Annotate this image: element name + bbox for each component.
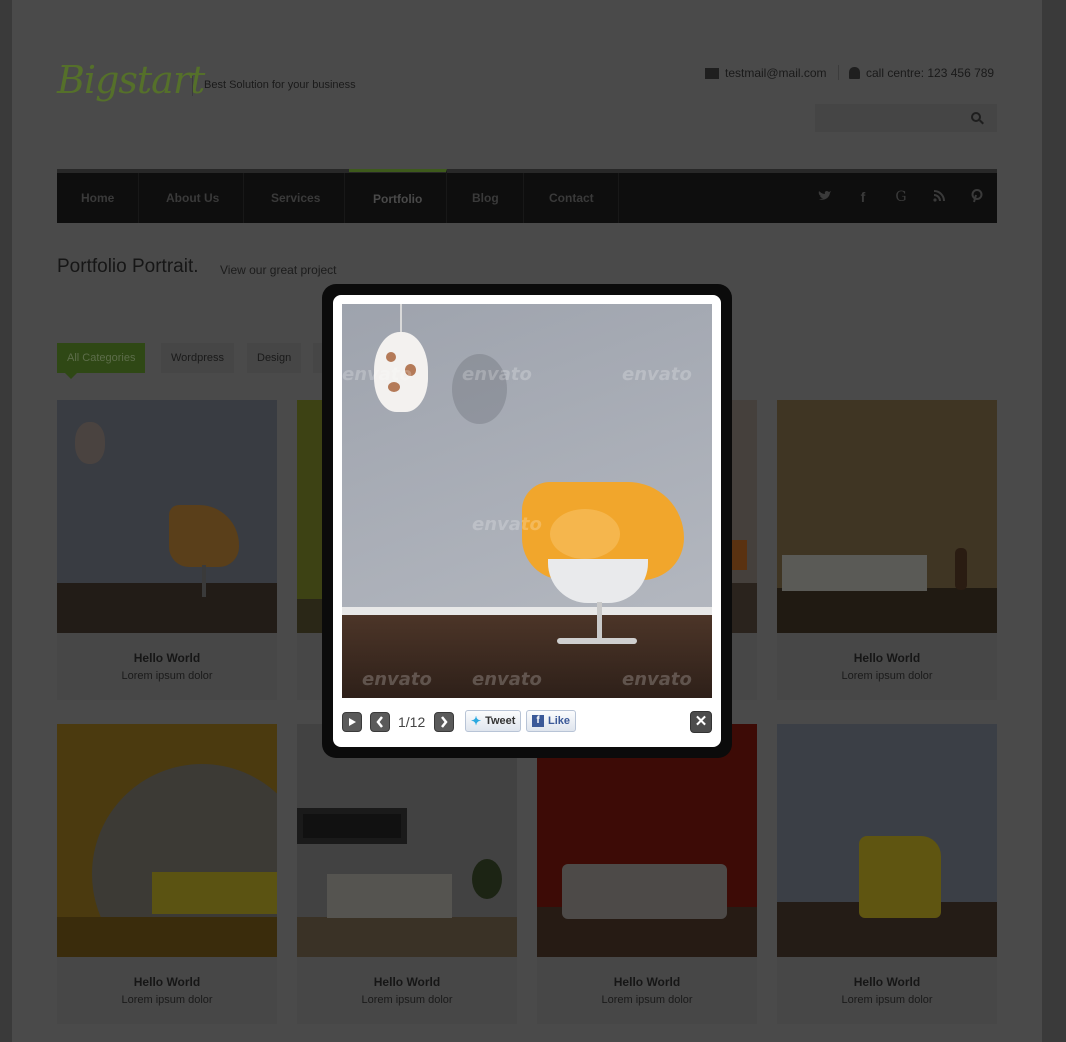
user-icon xyxy=(849,67,860,79)
tweet-button[interactable]: ✦ Tweet xyxy=(465,710,522,732)
image-counter: 1/12 xyxy=(398,714,426,730)
chevron-right-icon xyxy=(441,716,448,728)
facebook-like-button[interactable]: f Like xyxy=(526,710,577,732)
card-title[interactable]: Hello World xyxy=(777,975,997,989)
play-slideshow-button[interactable] xyxy=(342,712,362,732)
portfolio-thumbnail[interactable] xyxy=(777,400,997,633)
nav-item-services[interactable]: Services xyxy=(247,173,346,223)
facebook-icon[interactable]: f xyxy=(854,189,872,205)
nav-item-contact[interactable]: Contact xyxy=(525,173,619,223)
card-title[interactable]: Hello World xyxy=(57,651,277,665)
card-subtitle: Lorem ipsum dolor xyxy=(841,994,933,1006)
play-icon xyxy=(349,718,356,726)
lightbox-content: envato envato envato envato envato envat… xyxy=(333,295,721,747)
twitter-icon[interactable] xyxy=(816,189,834,205)
facebook-icon: f xyxy=(532,715,544,727)
card-subtitle: Lorem ipsum dolor xyxy=(121,670,213,682)
chevron-left-icon xyxy=(376,716,383,728)
search-icon[interactable] xyxy=(971,112,981,122)
portfolio-card[interactable]: Hello World Lorem ipsum dolor xyxy=(57,724,277,1024)
search-input[interactable] xyxy=(815,104,997,132)
previous-image-button[interactable] xyxy=(370,712,390,732)
filter-design[interactable]: Design xyxy=(247,343,302,373)
card-title[interactable]: Hello World xyxy=(777,651,997,665)
portfolio-card[interactable]: Hello World Lorem ipsum dolor xyxy=(537,724,757,1024)
envelope-icon xyxy=(705,67,719,79)
portfolio-card[interactable]: Hello World Lorem ipsum dolor xyxy=(57,400,277,700)
nav-item-about-us[interactable]: About Us xyxy=(142,173,245,223)
page-title: Portfolio Portrait. xyxy=(57,256,199,277)
watermark-text: envato xyxy=(622,669,692,690)
watermark-text: envato xyxy=(622,364,692,385)
phone-text: call centre: 123 456 789 xyxy=(866,66,995,80)
email-text: testmail@mail.com xyxy=(725,66,827,80)
portfolio-thumbnail[interactable] xyxy=(777,724,997,957)
lightbox-dialog: envato envato envato envato envato envat… xyxy=(322,284,732,758)
site-logo[interactable]: Bigstart xyxy=(57,58,205,102)
card-subtitle: Lorem ipsum dolor xyxy=(841,670,933,682)
filter-all-categories[interactable]: All Categories xyxy=(57,343,146,379)
logo-text: Bigstart xyxy=(57,58,205,102)
lightbox-image[interactable]: envato envato envato envato envato envat… xyxy=(342,304,712,698)
site-tagline: Best Solution for your business xyxy=(192,76,356,96)
main-navbar: Home About Us Services Portfolio Blog Co… xyxy=(57,169,997,223)
card-title[interactable]: Hello World xyxy=(297,975,517,989)
close-icon: ✕ xyxy=(694,713,708,730)
card-subtitle: Lorem ipsum dolor xyxy=(601,994,693,1006)
portfolio-card[interactable]: Hello World Lorem ipsum dolor xyxy=(777,724,997,1024)
watermark-text: envato xyxy=(342,364,412,385)
portfolio-card[interactable]: Hello World Lorem ipsum dolor xyxy=(777,400,997,700)
contact-divider xyxy=(838,65,839,80)
contact-email[interactable]: testmail@mail.com xyxy=(705,66,827,80)
rss-icon[interactable] xyxy=(930,189,948,205)
twitter-bird-icon: ✦ xyxy=(471,714,482,728)
portfolio-thumbnail[interactable] xyxy=(537,724,757,957)
pinterest-icon[interactable] xyxy=(968,189,986,206)
google-icon[interactable]: G xyxy=(892,189,910,205)
card-title[interactable]: Hello World xyxy=(57,975,277,989)
portfolio-thumbnail[interactable] xyxy=(57,724,277,957)
card-title[interactable]: Hello World xyxy=(537,975,757,989)
watermark-text: envato xyxy=(472,514,542,535)
next-image-button[interactable] xyxy=(434,712,454,732)
nav-item-blog[interactable]: Blog xyxy=(448,173,524,223)
contact-phone: call centre: 123 456 789 xyxy=(849,66,994,80)
filter-wordpress[interactable]: Wordpress xyxy=(161,343,234,373)
nav-item-portfolio[interactable]: Portfolio xyxy=(349,169,448,223)
watermark-text: envato xyxy=(362,669,432,690)
tweet-label: Tweet xyxy=(485,715,516,727)
nav-item-home[interactable]: Home xyxy=(57,173,140,223)
portfolio-thumbnail[interactable] xyxy=(57,400,277,633)
card-subtitle: Lorem ipsum dolor xyxy=(361,994,453,1006)
like-label: Like xyxy=(548,715,571,727)
watermark-text: envato xyxy=(472,669,542,690)
page-subtitle: View our great project xyxy=(220,263,337,277)
portfolio-card[interactable]: Hello World Lorem ipsum dolor xyxy=(297,724,517,1024)
card-subtitle: Lorem ipsum dolor xyxy=(121,994,213,1006)
watermark-text: envato xyxy=(462,364,532,385)
portfolio-thumbnail[interactable] xyxy=(297,724,517,957)
close-lightbox-button[interactable]: ✕ xyxy=(690,711,712,733)
